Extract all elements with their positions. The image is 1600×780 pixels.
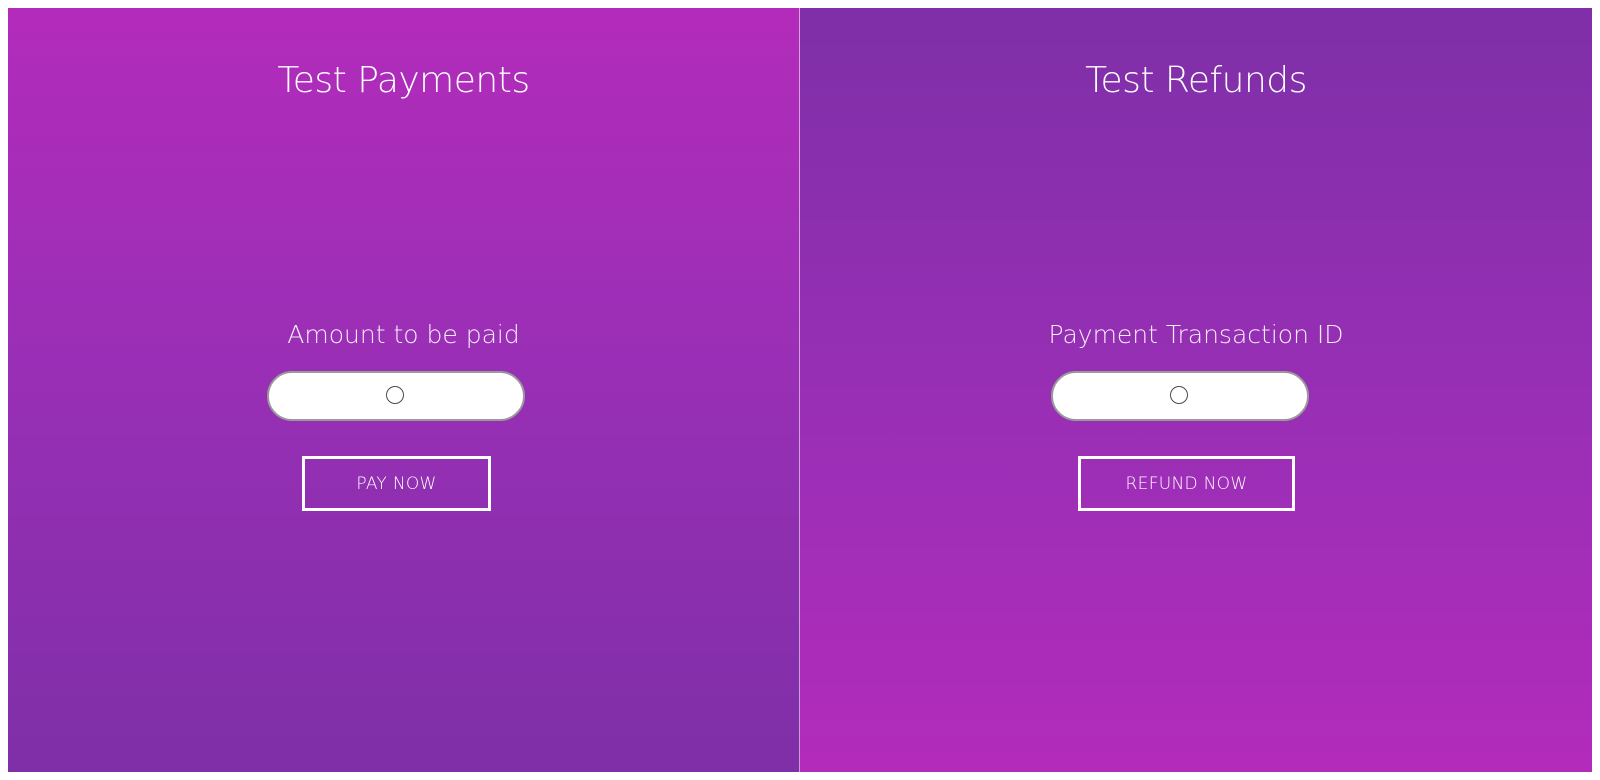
amount-input-wrapper [267, 371, 525, 421]
amount-input[interactable] [267, 371, 525, 421]
refunds-panel: Test Refunds Payment Transaction ID REFU… [800, 8, 1592, 772]
transaction-id-label: Payment Transaction ID [1048, 320, 1344, 349]
transaction-id-input[interactable] [1051, 371, 1309, 421]
transaction-id-input-wrapper [1051, 371, 1309, 421]
refund-now-button[interactable]: REFUND NOW [1078, 456, 1295, 511]
payments-panel: Test Payments Amount to be paid PAY NOW [8, 8, 800, 772]
pay-now-button[interactable]: PAY NOW [302, 456, 491, 511]
page-container: Test Payments Amount to be paid PAY NOW … [8, 8, 1592, 772]
refunds-title: Test Refunds [1085, 60, 1307, 101]
amount-label: Amount to be paid [287, 320, 520, 349]
payments-title: Test Payments [277, 60, 530, 101]
